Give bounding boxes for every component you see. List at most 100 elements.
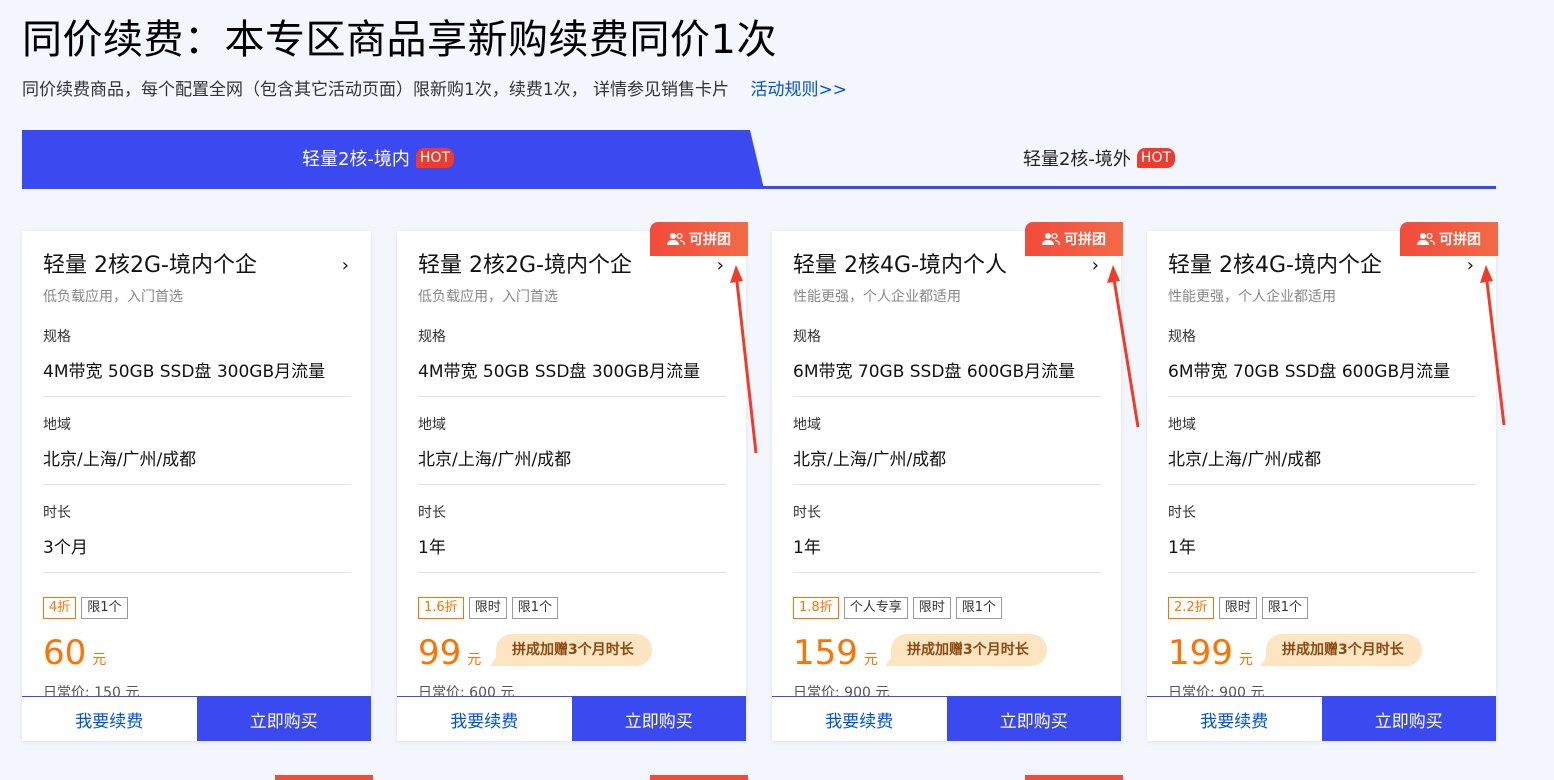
card-actions: 我要续费 立即购买 — [22, 696, 371, 741]
spec-value: 4M带宽 50GB SSD盘 300GB月流量 — [43, 361, 351, 397]
region-section: 地域 北京/上海/广州/成都 — [418, 415, 726, 485]
card-description: 性能更强，个人企业都适用 — [793, 289, 961, 305]
region-value: 北京/上海/广州/成都 — [418, 449, 726, 485]
price-row: 99 元 拼成加赠3个月时长 — [418, 629, 726, 673]
duration-label: 时长 — [43, 505, 71, 521]
tag-list: 4折 限1个 — [43, 597, 351, 619]
price-value: 199 — [1168, 633, 1233, 673]
users-icon — [667, 232, 685, 246]
group-gift-badge: 拼成加赠3个月时长 — [885, 634, 1047, 666]
price-row: 199 元 拼成加赠3个月时长 — [1168, 629, 1476, 673]
group-buy-badge: 可拼团 — [1025, 222, 1123, 256]
region-value: 北京/上海/广州/成都 — [1168, 449, 1476, 485]
region-value: 北京/上海/广州/成都 — [43, 449, 351, 485]
limit-tag: 限1个 — [81, 597, 128, 619]
duration-label: 时长 — [418, 505, 446, 521]
spec-section: 规格 6M带宽 70GB SSD盘 600GB月流量 — [793, 327, 1101, 397]
page-title: 同价续费：本专区商品享新购续费同价1次 — [22, 17, 777, 63]
limit-tag: 限时 — [912, 597, 951, 619]
renew-button[interactable]: 我要续费 — [772, 697, 947, 741]
spec-section: 规格 6M带宽 70GB SSD盘 600GB月流量 — [1168, 327, 1476, 397]
duration-label: 时长 — [1168, 505, 1196, 521]
spec-label: 规格 — [43, 329, 71, 345]
price-value: 60 — [43, 633, 87, 673]
users-icon — [1042, 232, 1060, 246]
group-gift-badge: 拼成加赠3个月时长 — [1260, 634, 1422, 666]
duration-section: 时长 1年 — [1168, 503, 1476, 573]
price-value: 99 — [418, 633, 462, 673]
price-row: 60 元 — [43, 629, 351, 673]
tab-domestic[interactable]: 轻量2核-境内 HOT — [22, 130, 764, 186]
region-label: 地域 — [793, 417, 821, 433]
region-section: 地域 北京/上海/广州/成都 — [793, 415, 1101, 485]
tab-overseas[interactable]: 轻量2核-境外 HOT — [782, 130, 1496, 186]
duration-section: 时长 3个月 — [43, 503, 351, 573]
spec-section: 规格 4M带宽 50GB SSD盘 300GB月流量 — [43, 327, 351, 397]
next-row-badge — [650, 775, 748, 780]
next-row-badge — [275, 775, 373, 780]
spec-label: 规格 — [1168, 329, 1196, 345]
group-gift-badge: 拼成加赠3个月时长 — [490, 634, 652, 666]
product-card: 轻量 2核2G-境内个企 › 低负载应用，入门首选 规格 4M带宽 50GB S… — [22, 231, 371, 741]
spec-section: 规格 4M带宽 50GB SSD盘 300GB月流量 — [418, 327, 726, 397]
price-unit: 元 — [863, 652, 878, 668]
product-card: 可拼团 轻量 2核4G-境内个人 › 性能更强，个人企业都适用 规格 6M带宽 … — [772, 222, 1123, 741]
limit-tag: 限1个 — [511, 597, 558, 619]
tab-label: 轻量2核-境外 — [1022, 149, 1131, 170]
card-title: 轻量 2核4G-境内个人 — [793, 253, 1007, 278]
annotation-arrow — [1480, 265, 1506, 426]
limit-tag: 个人专享 — [843, 597, 908, 619]
activity-rules-link[interactable]: 活动规则>> — [750, 80, 847, 100]
product-tabs: 轻量2核-境内 HOT 轻量2核-境外 HOT — [22, 130, 1496, 189]
region-label: 地域 — [43, 417, 71, 433]
hot-badge: HOT — [1136, 148, 1176, 168]
region-value: 北京/上海/广州/成都 — [793, 449, 1101, 485]
discount-tag: 4折 — [43, 597, 77, 619]
users-icon — [1417, 232, 1435, 246]
buy-now-button[interactable]: 立即购买 — [1321, 697, 1496, 741]
product-card: 可拼团 轻量 2核4G-境内个企 › 性能更强，个人企业都适用 规格 6M带宽 … — [1147, 222, 1498, 741]
duration-label: 时长 — [793, 505, 821, 521]
card-title: 轻量 2核4G-境内个企 — [1168, 253, 1382, 278]
limit-tag: 限1个 — [1261, 597, 1308, 619]
region-section: 地域 北京/上海/广州/成都 — [43, 415, 351, 485]
annotation-arrow — [730, 265, 758, 454]
price-value: 159 — [793, 633, 858, 673]
group-buy-label: 可拼团 — [689, 232, 731, 248]
card-description: 性能更强，个人企业都适用 — [1168, 289, 1336, 305]
region-label: 地域 — [418, 417, 446, 433]
tag-list: 1.6折 限时 限1个 — [418, 597, 726, 619]
buy-now-button[interactable]: 立即购买 — [571, 697, 746, 741]
price-unit: 元 — [467, 652, 482, 668]
duration-section: 时长 1年 — [793, 503, 1101, 573]
duration-value: 1年 — [418, 537, 726, 573]
discount-tag: 1.8折 — [793, 597, 839, 619]
price-unit: 元 — [1238, 652, 1253, 668]
region-label: 地域 — [1168, 417, 1196, 433]
discount-tag: 1.6折 — [418, 597, 464, 619]
group-buy-label: 可拼团 — [1064, 232, 1106, 248]
duration-section: 时长 1年 — [418, 503, 726, 573]
buy-now-button[interactable]: 立即购买 — [196, 697, 371, 741]
group-buy-badge: 可拼团 — [1400, 222, 1498, 256]
renew-button[interactable]: 我要续费 — [22, 697, 197, 741]
renew-button[interactable]: 我要续费 — [397, 697, 572, 741]
chevron-right-icon[interactable]: › — [342, 251, 349, 281]
tab-label: 轻量2核-境内 — [301, 149, 410, 170]
spec-label: 规格 — [418, 329, 446, 345]
annotation-arrow — [1107, 265, 1140, 428]
next-row-badge — [1025, 775, 1123, 780]
spec-value: 4M带宽 50GB SSD盘 300GB月流量 — [418, 361, 726, 397]
buy-now-button[interactable]: 立即购买 — [946, 697, 1121, 741]
renew-button[interactable]: 我要续费 — [1147, 697, 1322, 741]
card-actions: 我要续费 立即购买 — [1147, 696, 1496, 741]
discount-tag: 2.2折 — [1168, 597, 1214, 619]
group-buy-label: 可拼团 — [1439, 232, 1481, 248]
duration-value: 1年 — [793, 537, 1101, 573]
card-description: 低负载应用，入门首选 — [43, 289, 183, 305]
page-subtitle: 同价续费商品，每个配置全网（包含其它活动页面）限新购1次，续费1次， 详情参见销… — [22, 78, 847, 102]
card-title-row[interactable]: 轻量 2核2G-境内个企 › — [43, 251, 351, 281]
limit-tag: 限时 — [1218, 597, 1257, 619]
limit-tag: 限1个 — [955, 597, 1002, 619]
card-actions: 我要续费 立即购买 — [772, 696, 1121, 741]
